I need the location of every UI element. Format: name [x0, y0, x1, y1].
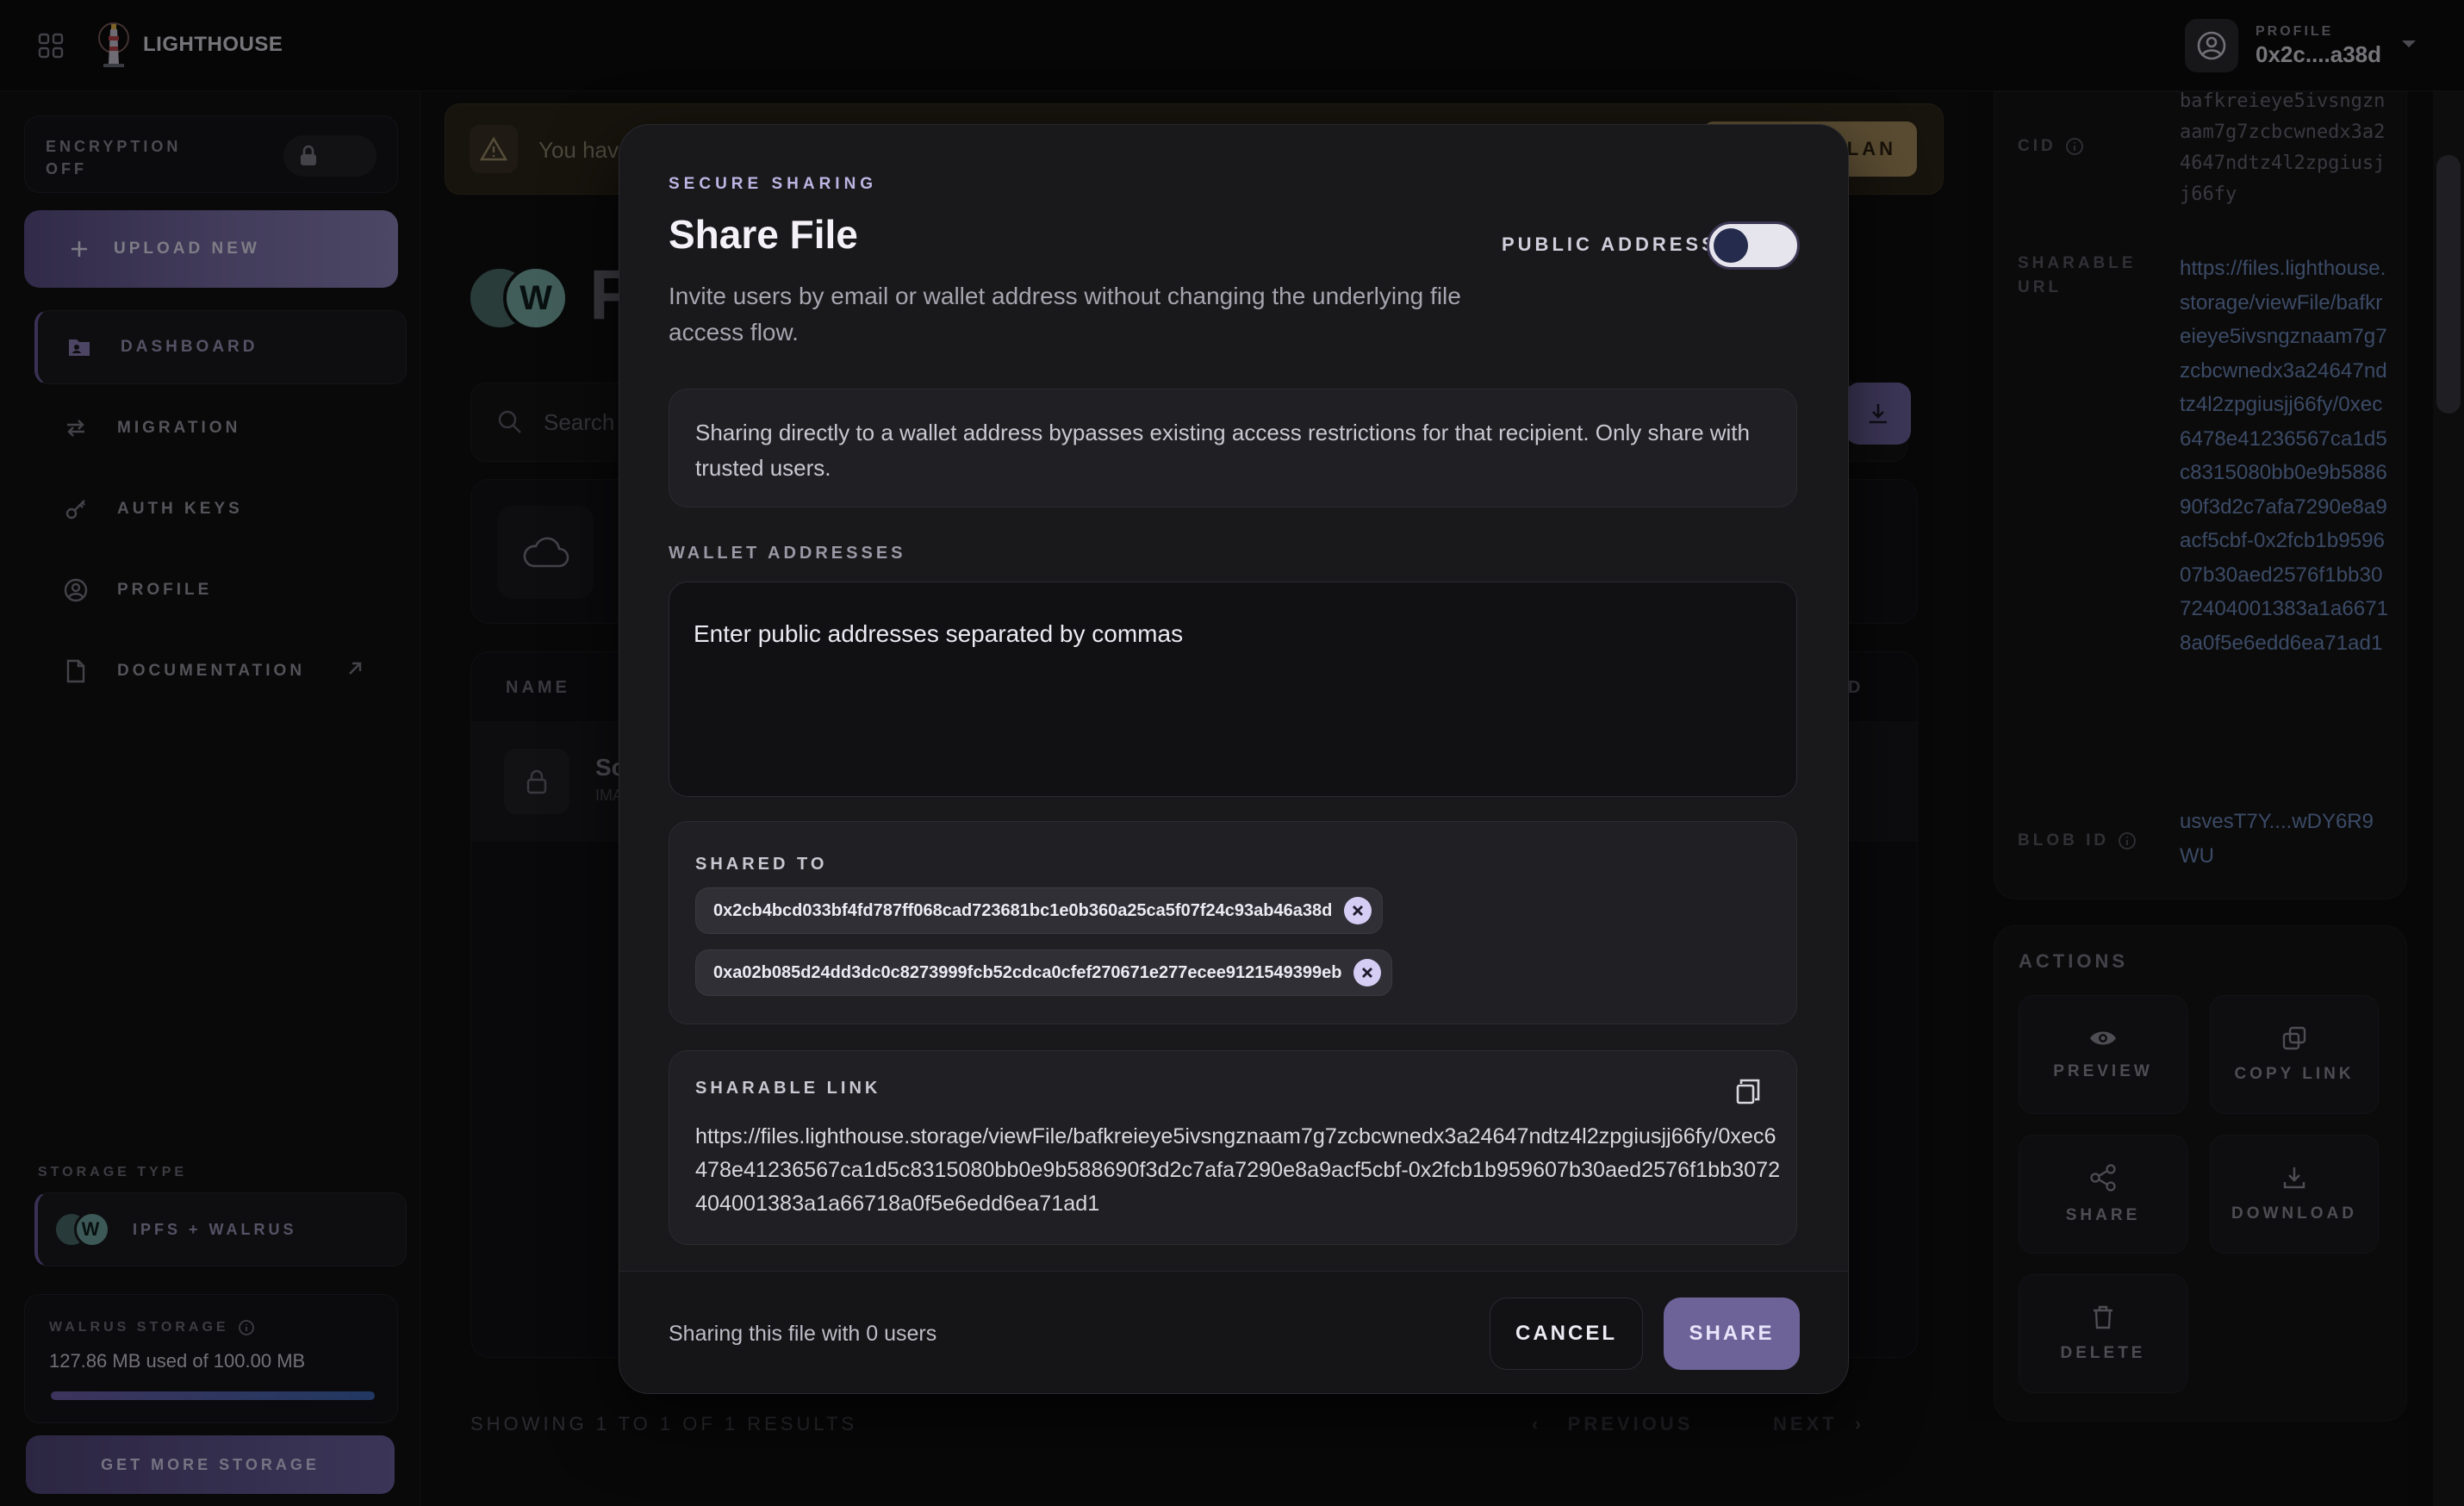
shared-address-text: 0x2cb4bcd033bf4fd787ff068cad723681bc1e0b… — [713, 900, 1333, 920]
modal-title: Share File — [669, 212, 858, 257]
shared-address-text: 0xa02b085d24dd3dc0c8273999fcb52cdca0cfef… — [713, 962, 1342, 982]
shared-to-caption: SHARED TO — [695, 855, 828, 874]
sharable-link-caption: SHARABLE LINK — [695, 1079, 881, 1098]
modal-eyebrow: SECURE SHARING — [669, 175, 878, 193]
share-button[interactable]: SHARE — [1664, 1298, 1800, 1370]
cancel-button[interactable]: CANCEL — [1490, 1298, 1643, 1370]
shared-address-chip: 0xa02b085d24dd3dc0c8273999fcb52cdca0cfef… — [695, 949, 1393, 996]
close-icon — [1362, 968, 1373, 978]
copy-icon[interactable] — [1734, 1077, 1762, 1106]
shared-address-chip: 0x2cb4bcd033bf4fd787ff068cad723681bc1e0b… — [695, 887, 1384, 934]
warning-message: Sharing directly to a wallet address byp… — [669, 389, 1797, 507]
sharable-link-card: SHARABLE LINK https://files.lighthouse.s… — [669, 1050, 1797, 1245]
close-icon — [1353, 905, 1364, 916]
wallet-addresses-caption: WALLET ADDRESSES — [669, 544, 906, 563]
remove-chip-button[interactable] — [1344, 897, 1372, 924]
public-address-label: PUBLIC ADDRESS — [1502, 233, 1718, 255]
modal-description: Invite users by email or wallet address … — [669, 283, 1461, 345]
shared-to-card: SHARED TO 0x2cb4bcd033bf4fd787ff068cad72… — [669, 821, 1797, 1024]
sharable-link-text[interactable]: https://files.lighthouse.storage/viewFil… — [695, 1120, 1781, 1221]
toggle-knob — [1714, 228, 1748, 263]
wallet-addresses-input[interactable] — [669, 582, 1797, 797]
sharing-count-text: Sharing this file with 0 users — [669, 1322, 937, 1346]
public-address-toggle[interactable] — [1707, 221, 1800, 270]
modal-footer: Sharing this file with 0 users CANCEL SH… — [619, 1271, 1848, 1393]
remove-chip-button[interactable] — [1353, 959, 1382, 986]
share-file-modal: SECURE SHARING Share File Invite users b… — [619, 124, 1849, 1394]
